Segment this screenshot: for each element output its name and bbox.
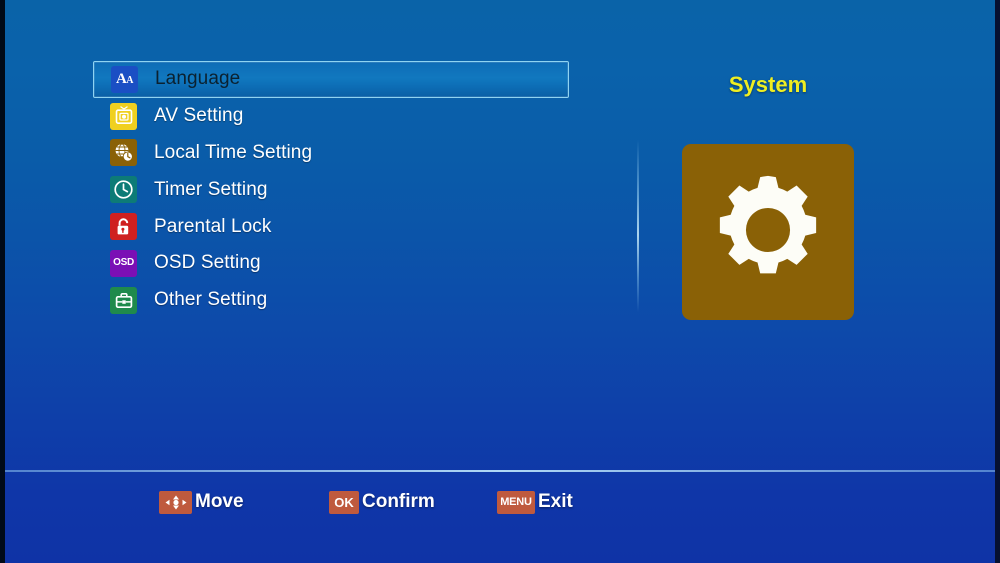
category-tab-strip [0,385,1000,465]
clock-icon [110,176,137,203]
ok-key-icon: OK [329,491,359,514]
menu-item-label: Language [155,68,240,90]
hint-label: Move [195,491,244,513]
dpad-icon [159,491,192,514]
remote-hint-bar: Move OK Confirm MENU Exit [0,489,1000,521]
menu-item-label: Other Setting [154,289,267,311]
menu-item-osd-setting[interactable]: OSD OSD Setting [93,245,569,282]
globe-clock-icon [110,139,137,166]
settings-menu-list: AA Language AV Setting [93,61,569,319]
hint-move: Move [159,489,244,515]
hint-label: Exit [538,491,573,513]
language-aa-icon: AA [111,66,138,93]
hint-label: Confirm [362,491,435,513]
hint-confirm: OK Confirm [329,489,435,515]
hint-exit: MENU Exit [497,489,573,515]
menu-item-label: Timer Setting [154,179,268,201]
menu-item-parental-lock[interactable]: Parental Lock [93,208,569,245]
toolbox-icon [110,287,137,314]
menu-item-label: AV Setting [154,105,243,127]
menu-item-language[interactable]: AA Language [93,61,569,98]
page-title: System [682,72,854,98]
menu-item-local-time-setting[interactable]: Local Time Setting [93,135,569,172]
av-tv-camera-icon [110,103,137,130]
menu-item-label: Local Time Setting [154,142,312,164]
osd-text-icon: OSD [110,250,137,277]
vertical-divider [637,140,639,312]
bottom-separator-line [4,470,996,472]
menu-item-label: OSD Setting [154,252,261,274]
menu-item-av-setting[interactable]: AV Setting [93,98,569,135]
menu-item-label: Parental Lock [154,216,271,238]
menu-key-icon: MENU [497,491,535,514]
left-letterbox-bar [0,0,5,563]
menu-item-other-setting[interactable]: Other Setting [93,282,569,319]
system-preview-panel [682,144,854,320]
right-letterbox-bar [995,0,1000,563]
padlock-open-icon [110,213,137,240]
gear-icon [705,167,831,298]
menu-item-timer-setting[interactable]: Timer Setting [93,171,569,208]
tv-settings-screen: AA Language AV Setting [0,0,1000,563]
